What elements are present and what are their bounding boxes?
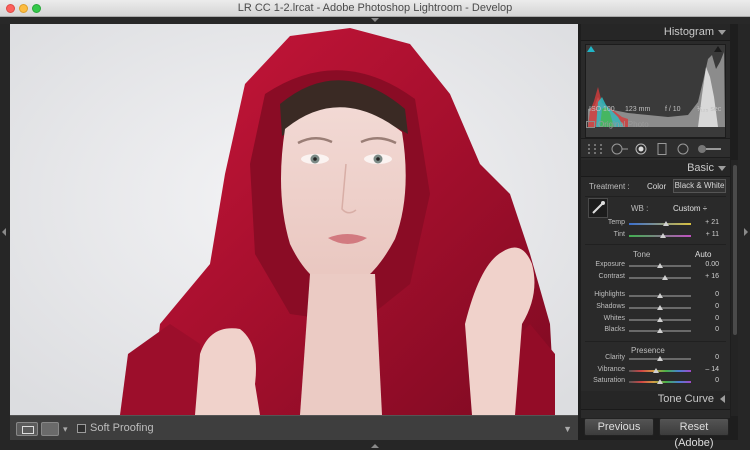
slider-track[interactable] bbox=[629, 223, 691, 225]
exif-focal-length: 123 mm bbox=[625, 106, 651, 113]
slider-value[interactable]: 0 bbox=[695, 303, 719, 310]
tone-auto-button[interactable]: Auto bbox=[695, 250, 711, 259]
treatment-bw-button[interactable]: Black & White bbox=[673, 179, 726, 193]
slider-thumb[interactable] bbox=[660, 233, 667, 238]
slider-label: Exposure bbox=[595, 261, 625, 268]
reset-button[interactable]: Reset (Adobe) bbox=[659, 418, 729, 449]
slider-thumb[interactable] bbox=[663, 221, 670, 226]
divider bbox=[585, 244, 726, 245]
tone-curve-header[interactable]: Tone Curve bbox=[581, 391, 730, 410]
slider-value[interactable]: 0 bbox=[695, 315, 719, 322]
slider-label: Saturation bbox=[593, 377, 625, 384]
basic-title: Basic bbox=[687, 162, 714, 174]
slider-value[interactable]: + 11 bbox=[695, 231, 719, 238]
slider-value[interactable]: + 16 bbox=[695, 273, 719, 280]
exif-shutter: ¹⁄₁₂₅ sec bbox=[697, 106, 722, 113]
right-panel-scroll-thumb[interactable] bbox=[733, 165, 737, 335]
view-mode-dropdown-icon[interactable]: ▾ bbox=[63, 424, 68, 435]
radial-filter-icon[interactable] bbox=[677, 143, 689, 155]
treatment-label: Treatment : bbox=[589, 182, 630, 191]
spot-removal-icon[interactable] bbox=[611, 143, 629, 155]
right-panel: Histogram ISO 100 123 mm f / 10 ¹⁄₁₂₅ se… bbox=[581, 24, 730, 418]
histogram-title: Histogram bbox=[663, 26, 714, 38]
shadow-clipping-icon[interactable] bbox=[587, 46, 595, 52]
slider-label: Clarity bbox=[605, 354, 625, 361]
slider-label: Highlights bbox=[594, 291, 625, 298]
slider-label: Tint bbox=[613, 231, 625, 238]
develop-toolbar: ▾ Soft Proofing ▼ bbox=[10, 415, 578, 440]
previous-button[interactable]: Previous bbox=[584, 418, 654, 436]
slider-thumb[interactable] bbox=[657, 305, 663, 310]
slider-value[interactable]: + 21 bbox=[695, 219, 719, 226]
slider-label: Contrast bbox=[598, 273, 625, 280]
slider-label: Temp bbox=[607, 219, 625, 226]
photo-canvas[interactable] bbox=[10, 24, 578, 415]
tone-curve-title: Tone Curve bbox=[657, 393, 714, 405]
wb-preset-dropdown[interactable]: Custom ÷ bbox=[673, 204, 707, 213]
slider-value[interactable]: – 14 bbox=[695, 366, 719, 373]
before-after-view-button[interactable] bbox=[41, 422, 59, 436]
slider-thumb[interactable] bbox=[657, 263, 663, 268]
slider-label: Whites bbox=[603, 315, 625, 322]
eyedropper-icon bbox=[592, 201, 605, 214]
show-filmstrip-icon[interactable] bbox=[371, 444, 379, 448]
wb-label: WB : bbox=[631, 204, 649, 213]
slider-thumb[interactable] bbox=[661, 275, 668, 280]
window-title: LR CC 1-2.lrcat - Adobe Photoshop Lightr… bbox=[237, 2, 513, 14]
soft-proofing-checkbox[interactable] bbox=[77, 424, 86, 433]
graduated-filter-icon[interactable] bbox=[657, 143, 667, 155]
slider-thumb[interactable] bbox=[657, 293, 663, 298]
exif-iso: ISO 100 bbox=[589, 106, 615, 113]
collapse-histogram-icon[interactable] bbox=[718, 30, 726, 35]
soft-proofing-label: Soft Proofing bbox=[90, 422, 154, 434]
original-photo-checkbox[interactable] bbox=[586, 121, 595, 128]
loupe-view-button[interactable] bbox=[16, 422, 38, 436]
highlight-clipping-icon[interactable] bbox=[714, 46, 722, 52]
slider-value[interactable]: 0.00 bbox=[695, 261, 719, 268]
slider-thumb[interactable] bbox=[652, 368, 659, 373]
presence-label: Presence bbox=[631, 346, 665, 355]
histogram-graph bbox=[588, 52, 725, 127]
slider-label: Blacks bbox=[604, 326, 625, 333]
tone-label: Tone bbox=[633, 250, 651, 259]
hide-right-panel-icon[interactable] bbox=[744, 228, 748, 236]
slider-thumb[interactable] bbox=[657, 317, 663, 322]
show-top-panel-icon[interactable] bbox=[371, 18, 379, 22]
red-eye-icon[interactable] bbox=[635, 143, 647, 155]
basic-header[interactable]: Basic bbox=[581, 160, 730, 177]
slider-label: Shadows bbox=[596, 303, 625, 310]
exif-aperture: f / 10 bbox=[665, 106, 681, 113]
portrait-photo bbox=[10, 24, 578, 415]
toolbar-content-dropdown-icon[interactable]: ▼ bbox=[563, 424, 572, 434]
slider-value[interactable]: 0 bbox=[695, 354, 719, 361]
slider-track[interactable] bbox=[629, 370, 691, 372]
slider-value[interactable]: 0 bbox=[695, 377, 719, 384]
treatment-color-button[interactable]: Color bbox=[647, 182, 666, 191]
show-left-panel-icon[interactable] bbox=[2, 228, 6, 236]
divider bbox=[585, 196, 726, 197]
original-photo-label: Original Photo bbox=[598, 120, 649, 129]
slider-track[interactable] bbox=[629, 277, 691, 279]
wb-selector-button[interactable] bbox=[588, 198, 608, 218]
slider-thumb[interactable] bbox=[657, 328, 663, 333]
tool-strip bbox=[581, 138, 730, 158]
window-titlebar: LR CC 1-2.lrcat - Adobe Photoshop Lightr… bbox=[0, 0, 750, 17]
slider-value[interactable]: 0 bbox=[695, 326, 719, 333]
expand-tone-curve-icon[interactable] bbox=[720, 395, 725, 403]
slider-thumb[interactable] bbox=[657, 356, 663, 361]
slider-thumb[interactable] bbox=[657, 379, 663, 384]
divider bbox=[585, 341, 726, 342]
collapse-basic-icon[interactable] bbox=[718, 166, 726, 171]
slider-value[interactable]: 0 bbox=[695, 291, 719, 298]
adjustment-brush-icon[interactable] bbox=[697, 143, 723, 155]
slider-label: Vibrance bbox=[597, 366, 625, 373]
crop-overlay-icon[interactable] bbox=[587, 143, 603, 155]
histogram-header[interactable]: Histogram bbox=[581, 24, 730, 41]
